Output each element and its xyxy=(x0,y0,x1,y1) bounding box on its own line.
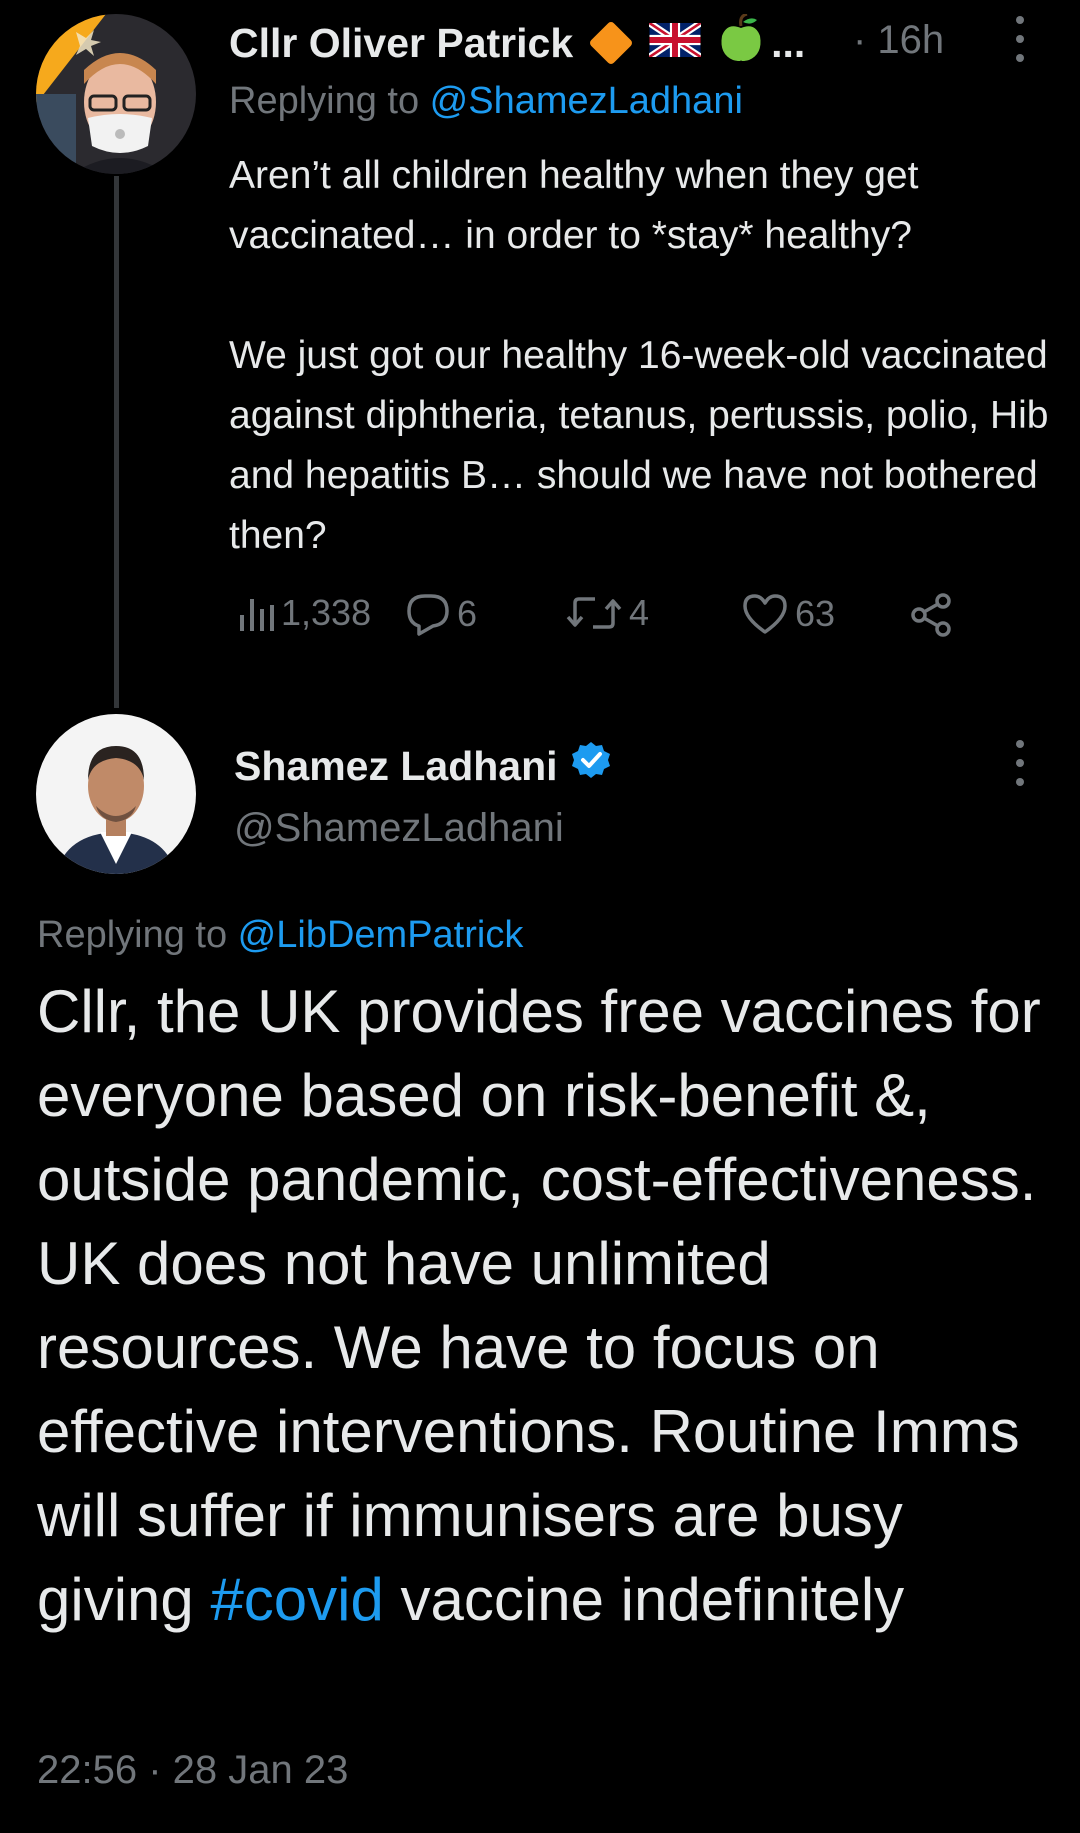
reply-more-options-icon[interactable] xyxy=(1013,16,1027,62)
reply-paragraph-1: Aren’t all children healthy when they ge… xyxy=(229,154,919,257)
heart-icon xyxy=(743,594,787,634)
share-button[interactable] xyxy=(909,592,955,638)
replying-to-label: Replying to xyxy=(229,80,430,122)
likes-count: 63 xyxy=(795,593,836,634)
replies-count: 6 xyxy=(457,593,478,634)
share-icon xyxy=(911,593,951,637)
main-replying-to: Replying to @LibDemPatrick xyxy=(37,914,523,957)
retweets-count: 4 xyxy=(629,592,650,633)
replying-to-handle-link[interactable]: @ShamezLadhani xyxy=(430,80,743,122)
shamez-ladhani-avatar[interactable] xyxy=(36,714,196,874)
reply-button[interactable]: 6 xyxy=(405,592,477,636)
main-tweet-timestamp[interactable]: 22:56 · 28 Jan 23 xyxy=(37,1748,348,1793)
like-button[interactable]: 63 xyxy=(741,592,835,636)
main-more-options-icon[interactable] xyxy=(1013,740,1027,786)
thread-connector-line xyxy=(114,176,119,708)
main-text-part-2: vaccine indefinitely xyxy=(383,1566,905,1633)
reply-author-name[interactable]: Cllr Oliver Patrick ... xyxy=(229,12,806,72)
name-overflow-ellipsis: ... xyxy=(771,19,806,66)
reply-action-bar: 1,338 6 4 63 xyxy=(229,592,989,642)
retweet-icon xyxy=(566,597,622,629)
oliver-patrick-avatar[interactable] xyxy=(36,14,196,174)
reply-paragraph-2: We just got our healthy 16-week-old vacc… xyxy=(229,334,1049,557)
main-replying-to-handle-link[interactable]: @LibDemPatrick xyxy=(238,914,524,956)
reply-tweet-text: Aren’t all children healthy when they ge… xyxy=(229,146,1059,566)
verified-badge-icon xyxy=(570,740,612,792)
green-apple-icon xyxy=(719,12,763,72)
reply-replying-to: Replying to @ShamezLadhani xyxy=(229,80,743,123)
orange-diamond-icon xyxy=(588,20,634,66)
main-tweet-text: Cllr, the UK provides free vaccines for … xyxy=(37,970,1057,1642)
main-text-part-1: Cllr, the UK provides free vaccines for … xyxy=(37,978,1041,1633)
covid-hashtag-link[interactable]: #covid xyxy=(210,1566,383,1633)
views-count: 1,338 xyxy=(281,592,372,633)
main-replying-to-label: Replying to xyxy=(37,914,238,956)
retweet-button[interactable]: 4 xyxy=(565,592,649,634)
views-button[interactable]: 1,338 xyxy=(237,592,371,634)
reply-bubble-icon xyxy=(407,594,449,636)
views-icon xyxy=(240,599,274,631)
main-author-name-text[interactable]: Shamez Ladhani xyxy=(234,743,558,790)
reply-author-name-text[interactable]: Cllr Oliver Patrick xyxy=(229,20,573,67)
main-author-name[interactable]: Shamez Ladhani xyxy=(234,740,612,792)
reply-time[interactable]: · 16h xyxy=(853,18,944,63)
union-jack-flag-icon xyxy=(647,19,703,67)
main-author-handle[interactable]: @ShamezLadhani xyxy=(234,806,564,851)
